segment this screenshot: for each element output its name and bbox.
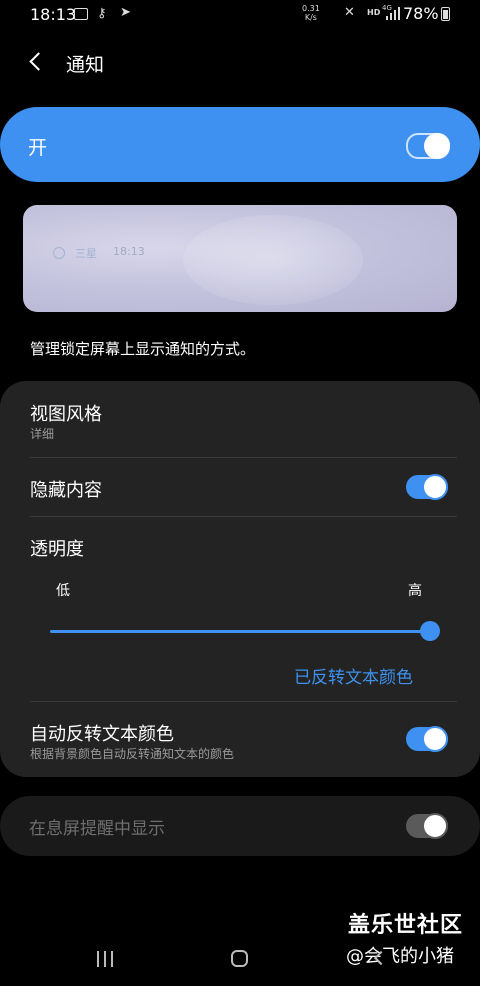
master-switch-bar[interactable]: 开 xyxy=(0,107,480,182)
status-time: 18:13 xyxy=(30,5,77,24)
aod-row[interactable]: 在息屏提醒中显示 xyxy=(0,796,480,856)
nav-back-button[interactable] xyxy=(370,947,390,967)
aod-title: 在息屏提醒中显示 xyxy=(29,819,165,839)
slider-low-label: 低 xyxy=(56,583,70,599)
key-icon: ⚷ xyxy=(97,6,107,21)
toggle-knob xyxy=(422,474,448,500)
network-speed: 0.31 K/s xyxy=(302,4,320,22)
inverted-colors-link[interactable]: 已反转文本颜色 xyxy=(294,663,413,688)
signal-icon xyxy=(386,7,400,20)
transparency-slider-track[interactable] xyxy=(50,630,431,633)
divider xyxy=(30,457,457,458)
description-text: 管理锁定屏幕上显示通知的方式。 xyxy=(30,340,256,358)
settings-panel xyxy=(0,381,480,777)
home-button[interactable] xyxy=(231,950,248,967)
recents-button[interactable] xyxy=(97,951,115,967)
divider xyxy=(30,516,457,517)
page-title: 通知 xyxy=(66,54,105,76)
hide-content-title: 隐藏内容 xyxy=(30,480,102,501)
toggle-knob xyxy=(422,726,448,752)
preview-time: 18:13 xyxy=(113,245,145,258)
slider-high-label: 高 xyxy=(408,583,422,599)
master-switch-label: 开 xyxy=(28,137,48,159)
auto-reverse-subtitle: 根据背景颜色自动反转通知文本的颜色 xyxy=(30,747,235,761)
hd-badge: HD xyxy=(367,8,381,17)
gallery-icon xyxy=(74,8,88,20)
speed-value: 0.31 xyxy=(302,4,320,13)
master-toggle[interactable] xyxy=(406,133,450,159)
transparency-slider-thumb[interactable] xyxy=(420,621,440,641)
hide-content-toggle[interactable] xyxy=(406,474,448,500)
mute-icon: ✕ xyxy=(344,5,355,20)
view-style-title: 视图风格 xyxy=(30,404,102,425)
view-style-value: 详细 xyxy=(30,427,55,441)
preview-app-name: 三星 xyxy=(75,247,97,260)
toggle-knob xyxy=(424,133,450,159)
send-icon: ➤ xyxy=(120,5,131,20)
speed-unit: K/s xyxy=(304,13,317,22)
app-icon xyxy=(53,247,65,259)
transparency-title: 透明度 xyxy=(30,539,84,560)
divider xyxy=(30,701,457,702)
battery-icon xyxy=(441,7,450,21)
auto-reverse-title: 自动反转文本颜色 xyxy=(30,724,174,745)
status-bar: 18:13 ⚷ ➤ 0.31 K/s ✕ HD 4G 78% xyxy=(0,0,480,28)
back-button[interactable] xyxy=(22,46,52,76)
aod-toggle[interactable] xyxy=(406,813,448,839)
auto-reverse-toggle[interactable] xyxy=(406,726,448,752)
header: 通知 xyxy=(0,40,480,84)
navigation-bar xyxy=(0,930,480,986)
toggle-knob xyxy=(422,813,448,839)
lock-screen-preview: 三星 18:13 xyxy=(23,205,457,312)
battery-percent: 78% xyxy=(403,4,439,23)
